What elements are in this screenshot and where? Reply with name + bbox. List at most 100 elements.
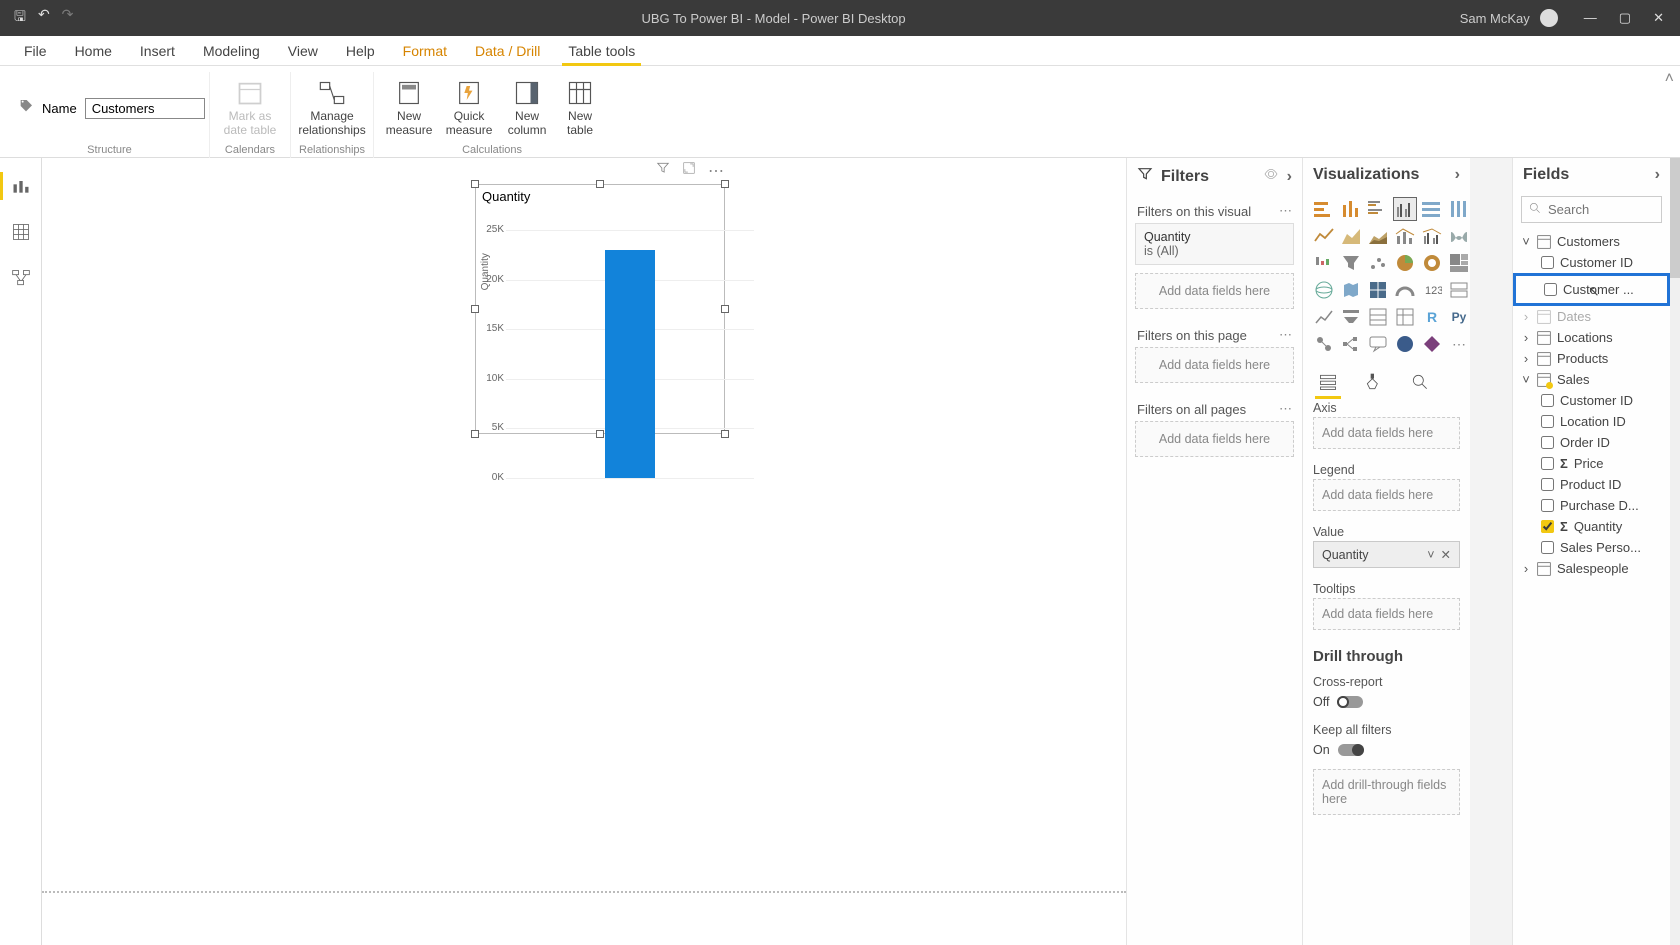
- minimize-button[interactable]: —: [1584, 10, 1597, 26]
- hundred-column-icon[interactable]: [1448, 198, 1470, 220]
- add-visual-filter-slot[interactable]: Add data fields here: [1135, 273, 1294, 309]
- kpi-icon[interactable]: [1313, 306, 1335, 328]
- filter-card-quantity[interactable]: Quantity is (All): [1135, 223, 1294, 265]
- tab-home[interactable]: Home: [61, 36, 126, 65]
- python-visual-icon[interactable]: Py: [1448, 306, 1470, 328]
- line-column-icon[interactable]: [1394, 225, 1416, 247]
- table-salespeople[interactable]: › Salespeople: [1513, 558, 1670, 579]
- matrix-icon[interactable]: [1394, 306, 1416, 328]
- analytics-tab[interactable]: [1405, 369, 1435, 395]
- field-quantity[interactable]: ΣQuantity: [1513, 516, 1670, 537]
- more-icon[interactable]: ⋯: [1279, 327, 1292, 343]
- table-icon[interactable]: [1367, 306, 1389, 328]
- map-icon[interactable]: [1313, 279, 1335, 301]
- field-order-id[interactable]: Order ID: [1513, 432, 1670, 453]
- mark-as-date-table-button[interactable]: Mark as date table: [218, 79, 282, 138]
- tab-modeling[interactable]: Modeling: [189, 36, 274, 65]
- field-customer-id[interactable]: Customer ID: [1513, 390, 1670, 411]
- value-well-quantity[interactable]: Quantity ˅ ✕: [1313, 541, 1460, 568]
- tab-format[interactable]: Format: [389, 36, 461, 65]
- funnel-icon[interactable]: [1340, 252, 1362, 274]
- chart-visual[interactable]: ⋯ Quantity Quantity 0K5K10K15K20K25K: [475, 184, 725, 434]
- table-dates[interactable]: › Dates: [1513, 306, 1670, 327]
- add-all-filter-slot[interactable]: Add data fields here: [1135, 421, 1294, 457]
- field-location-id[interactable]: Location ID: [1513, 411, 1670, 432]
- visual-focus-icon[interactable]: [682, 161, 696, 181]
- redo-icon[interactable]: ↷: [62, 6, 74, 30]
- save-icon[interactable]: 🖫: [14, 6, 26, 30]
- fields-search[interactable]: [1521, 196, 1662, 223]
- search-input[interactable]: [1548, 202, 1670, 217]
- area-chart-icon[interactable]: [1340, 225, 1362, 247]
- fields-wells-tab[interactable]: [1313, 369, 1343, 395]
- report-view-button[interactable]: [7, 172, 35, 200]
- resize-handle[interactable]: [471, 430, 479, 438]
- remove-icon[interactable]: ✕: [1441, 547, 1451, 562]
- resize-handle[interactable]: [721, 180, 729, 188]
- new-measure-button[interactable]: New measure: [382, 79, 436, 138]
- visual-filter-icon[interactable]: [656, 161, 670, 181]
- table-locations[interactable]: › Locations: [1513, 327, 1670, 348]
- user-name[interactable]: Sam McKay: [1460, 11, 1530, 26]
- hundred-bar-icon[interactable]: [1421, 198, 1443, 220]
- resize-handle[interactable]: [596, 430, 604, 438]
- new-column-button[interactable]: New column: [502, 79, 552, 138]
- line-chart-icon[interactable]: [1313, 225, 1335, 247]
- card-icon[interactable]: 123: [1421, 279, 1443, 301]
- axis-well[interactable]: Add data fields here: [1313, 417, 1460, 449]
- arcgis-icon[interactable]: [1394, 333, 1416, 355]
- collapse-icon[interactable]: ›: [1655, 166, 1660, 184]
- scatter-icon[interactable]: [1367, 252, 1389, 274]
- multi-card-icon[interactable]: [1448, 279, 1470, 301]
- close-button[interactable]: ✕: [1653, 10, 1664, 26]
- field-price[interactable]: ΣPrice: [1513, 453, 1670, 474]
- tab-file[interactable]: File: [10, 36, 61, 65]
- more-icon[interactable]: ⋯: [1279, 401, 1292, 417]
- field-sales-perso-[interactable]: Sales Perso...: [1513, 537, 1670, 558]
- stacked-area-icon[interactable]: [1367, 225, 1389, 247]
- eye-icon[interactable]: [1263, 166, 1279, 187]
- line-clustered-icon[interactable]: [1421, 225, 1443, 247]
- new-table-button[interactable]: New table: [558, 79, 602, 138]
- filled-map-icon[interactable]: [1340, 279, 1362, 301]
- table-customers[interactable]: ˅ Customers: [1513, 231, 1670, 252]
- get-more-visuals-icon[interactable]: ⋯: [1448, 333, 1470, 355]
- qa-visual-icon[interactable]: [1367, 333, 1389, 355]
- maximize-button[interactable]: ▢: [1619, 10, 1631, 26]
- chevron-down-icon[interactable]: ˅: [1427, 548, 1434, 562]
- tab-view[interactable]: View: [274, 36, 332, 65]
- add-page-filter-slot[interactable]: Add data fields here: [1135, 347, 1294, 383]
- manage-relationships-button[interactable]: Manage relationships: [300, 79, 364, 138]
- table-name-input[interactable]: [85, 98, 205, 119]
- table-sales[interactable]: ˅ Sales: [1513, 369, 1670, 390]
- table-products[interactable]: › Products: [1513, 348, 1670, 369]
- model-view-button[interactable]: [7, 264, 35, 292]
- scrollbar-thumb[interactable]: [1670, 158, 1680, 278]
- keep-filters-toggle[interactable]: [1338, 744, 1364, 756]
- resize-handle[interactable]: [471, 180, 479, 188]
- stacked-column-icon[interactable]: [1340, 198, 1362, 220]
- field-customer-name[interactable]: Customer ... ↖: [1513, 273, 1670, 306]
- collapse-icon[interactable]: ›: [1455, 166, 1460, 184]
- tab-data-drill[interactable]: Data / Drill: [461, 36, 554, 65]
- resize-handle[interactable]: [721, 305, 729, 313]
- pie-icon[interactable]: [1394, 252, 1416, 274]
- field-product-id[interactable]: Product ID: [1513, 474, 1670, 495]
- resize-handle[interactable]: [596, 180, 604, 188]
- field-customer-id[interactable]: Customer ID: [1513, 252, 1670, 273]
- report-canvas[interactable]: ⋯ Quantity Quantity 0K5K10K15K20K25K: [42, 158, 1126, 945]
- tooltips-well[interactable]: Add data fields here: [1313, 598, 1460, 630]
- treemap-icon[interactable]: [1448, 252, 1470, 274]
- tab-insert[interactable]: Insert: [126, 36, 189, 65]
- resize-handle[interactable]: [721, 430, 729, 438]
- visual-more-icon[interactable]: ⋯: [708, 161, 724, 181]
- tab-help[interactable]: Help: [332, 36, 389, 65]
- resize-handle[interactable]: [471, 305, 479, 313]
- undo-icon[interactable]: ↶: [38, 6, 50, 30]
- ribbon-collapse-icon[interactable]: ˄: [1665, 70, 1674, 88]
- data-view-button[interactable]: [7, 218, 35, 246]
- more-icon[interactable]: ⋯: [1279, 203, 1292, 219]
- collapse-icon[interactable]: ›: [1287, 168, 1292, 186]
- stacked-bar-icon[interactable]: [1313, 198, 1335, 220]
- drill-through-well[interactable]: Add drill-through fields here: [1313, 769, 1460, 815]
